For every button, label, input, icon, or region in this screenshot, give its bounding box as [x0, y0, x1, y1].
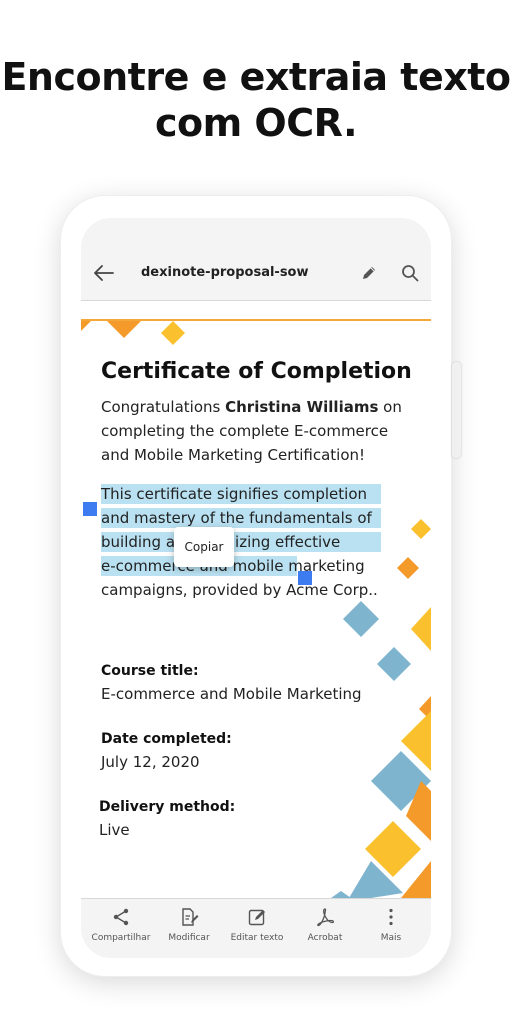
pencil-icon[interactable] — [360, 264, 378, 282]
promo-headline: Encontre e extraia texto com OCR. — [0, 54, 512, 146]
certificate-heading: Certificate of Completion — [101, 359, 412, 384]
toolbar-label: Modificar — [168, 933, 210, 943]
selected-line: campaigns, provided by Acme Corp.. — [101, 581, 378, 599]
toolbar-label: Mais — [380, 933, 402, 943]
phone-side-button — [452, 362, 461, 458]
toolbar-modify-button[interactable]: Modificar — [154, 907, 224, 943]
selected-line: and mastery of the fundamentals of — [101, 509, 372, 527]
toolbar-more-button[interactable]: Mais — [356, 907, 426, 943]
date-completed-label: Date completed: — [101, 731, 232, 747]
recipient-name: Christina Williams — [225, 398, 379, 416]
acrobat-icon — [317, 908, 335, 927]
share-icon — [113, 908, 129, 926]
toolbar-acrobat-button[interactable]: Acrobat — [290, 907, 360, 943]
toolbar-edit-text-button[interactable]: Editar texto — [222, 907, 292, 943]
header-rule — [81, 319, 431, 321]
toolbar-share-button[interactable]: Compartilhar — [86, 907, 156, 943]
search-icon[interactable] — [401, 264, 419, 282]
headline-line-1: Encontre e extraia texto — [1, 55, 511, 99]
selected-line: This certificate signifies completion — [101, 485, 368, 503]
document-page: Certificate of Completion Congratulation… — [81, 301, 431, 898]
copy-popup-button[interactable]: Copiar — [174, 527, 234, 567]
bottom-toolbar: Compartilhar Modificar Editar texto Acro… — [81, 898, 431, 958]
selected-paragraph[interactable]: This certificate signifies completion an… — [101, 482, 421, 602]
selected-line: building a customizing effective — [101, 533, 341, 551]
congratulations-text: Congratulations Christina Williams on co… — [101, 395, 411, 467]
selected-line: e-commerce and mobile marketing — [101, 557, 365, 575]
delivery-method-value: Live — [99, 821, 130, 839]
toolbar-label: Editar texto — [230, 933, 284, 943]
document-title: dexinote-proposal-sow — [141, 265, 309, 280]
course-title-label: Course title: — [101, 663, 199, 679]
app-bar: dexinote-proposal-sow — [81, 218, 431, 301]
toolbar-label: Acrobat — [307, 933, 343, 943]
date-completed-value: July 12, 2020 — [101, 753, 200, 771]
headline-line-2: com OCR. — [154, 101, 358, 145]
more-icon — [389, 908, 393, 926]
edit-text-icon — [248, 909, 265, 926]
toolbar-label: Compartilhar — [91, 933, 151, 943]
selection-end-handle[interactable] — [298, 571, 312, 585]
back-arrow-icon[interactable] — [93, 264, 115, 282]
phone-screen: dexinote-proposal-sow Certificate of Com… — [81, 218, 431, 958]
congrats-prefix: Congratulations — [101, 398, 226, 416]
course-title-value: E-commerce and Mobile Marketing — [101, 685, 362, 703]
delivery-method-label: Delivery method: — [99, 799, 236, 815]
selection-start-handle[interactable] — [83, 502, 97, 516]
modify-icon — [182, 908, 199, 926]
